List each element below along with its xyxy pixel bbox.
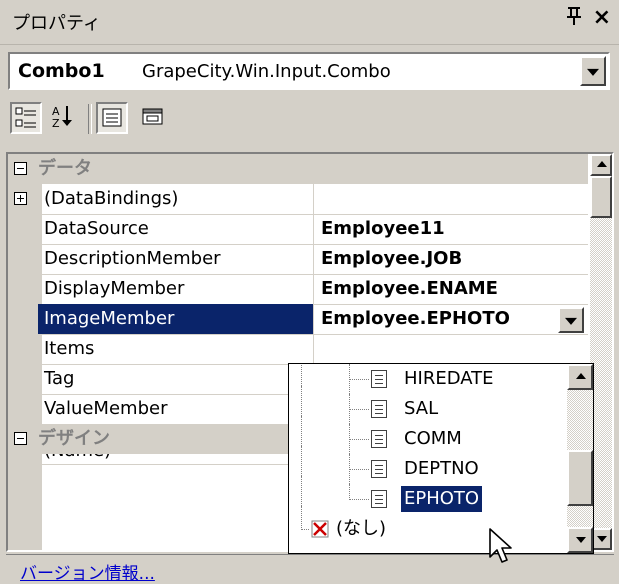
- list-item-none[interactable]: (なし): [289, 506, 569, 544]
- toolbar: A Z: [8, 98, 610, 142]
- object-selector-dropdown-button[interactable]: [580, 56, 606, 86]
- property-name: Tag: [44, 368, 75, 389]
- property-name: ImageMember: [38, 304, 314, 334]
- property-name: ValueMember: [44, 398, 168, 419]
- list-item-label: HIREDATE: [404, 368, 494, 389]
- mouse-cursor-icon: [489, 528, 512, 563]
- object-type: GrapeCity.Win.Input.Combo: [142, 61, 391, 82]
- scroll-up-button[interactable]: [590, 154, 612, 176]
- object-selector[interactable]: Combo1 GrapeCity.Win.Input.Combo: [8, 52, 610, 90]
- property-value[interactable]: Employee.ENAME: [317, 274, 588, 304]
- category-row-data[interactable]: データ: [8, 154, 588, 184]
- list-item-selected[interactable]: EPHOTO: [289, 476, 569, 514]
- chevron-down-icon: [587, 68, 599, 76]
- svg-text:Z: Z: [52, 117, 60, 130]
- scroll-down-button[interactable]: [567, 527, 593, 553]
- property-pages-button[interactable]: [138, 102, 170, 134]
- scroll-up-button[interactable]: [567, 364, 593, 390]
- property-row[interactable]: (DataBindings): [8, 184, 588, 215]
- none-x-icon: [311, 520, 329, 538]
- list-item-label: (なし): [336, 518, 387, 539]
- list-item-label: DEPTNO: [404, 458, 479, 479]
- pin-icon[interactable]: [565, 6, 583, 31]
- object-name: Combo1: [18, 60, 105, 82]
- property-row-selected[interactable]: ImageMember Employee.EPHOTO: [8, 304, 588, 335]
- list-item[interactable]: DEPTNO: [289, 446, 569, 484]
- field-icon: [371, 400, 387, 418]
- arrow-up-icon: [597, 161, 607, 167]
- dropdown-scrollbar[interactable]: [567, 364, 593, 553]
- list-item-label: COMM: [404, 428, 462, 449]
- list-item[interactable]: SAL: [289, 386, 569, 424]
- list-item[interactable]: HIREDATE: [289, 364, 569, 394]
- category-label: データ: [38, 158, 92, 179]
- arrow-down-icon: [576, 537, 586, 543]
- categorized-view-button[interactable]: [10, 102, 42, 134]
- title-bar: プロパティ ×: [0, 0, 619, 45]
- description-area: バージョン情報...: [6, 554, 614, 584]
- property-value[interactable]: Employee.JOB: [317, 244, 588, 274]
- property-value[interactable]: Employee.EPHOTO: [317, 304, 588, 334]
- property-row[interactable]: Items: [8, 334, 588, 365]
- window-title: プロパティ: [12, 13, 101, 34]
- value-dropdown-list[interactable]: HIREDATE SAL COMM DEPTNO EPHOTO (なし): [288, 363, 594, 554]
- collapse-icon[interactable]: [14, 432, 27, 445]
- property-name: DisplayMember: [44, 278, 185, 299]
- sort-az-icon: A Z: [52, 105, 72, 130]
- property-name: DescriptionMember: [44, 248, 221, 269]
- toolbar-separator: [88, 104, 92, 134]
- arrow-down-icon: [597, 536, 607, 542]
- field-icon: [371, 430, 387, 448]
- property-row[interactable]: DataSource Employee11: [8, 214, 588, 245]
- properties-icon: [102, 108, 122, 127]
- property-name: DataSource: [44, 218, 149, 239]
- field-icon: [371, 460, 387, 478]
- property-row[interactable]: DescriptionMember Employee.JOB: [8, 244, 588, 275]
- list-item-label: EPHOTO: [399, 485, 484, 513]
- property-value[interactable]: [317, 184, 588, 214]
- list-item[interactable]: COMM: [289, 416, 569, 454]
- list-item-label: SAL: [404, 398, 439, 419]
- categorized-icon: [15, 107, 36, 128]
- properties-window: プロパティ × Combo1 GrapeCity.Win.Input.Combo: [0, 0, 619, 584]
- category-label: デザイン: [38, 428, 110, 449]
- property-pages-icon: [142, 108, 163, 125]
- property-value[interactable]: Employee11: [317, 214, 588, 244]
- property-name: (Name): [44, 454, 314, 464]
- property-name: (DataBindings): [44, 188, 179, 209]
- close-icon[interactable]: ×: [593, 5, 611, 30]
- version-info-link[interactable]: バージョン情報...: [20, 559, 155, 584]
- value-dropdown-button[interactable]: [558, 307, 584, 333]
- scroll-thumb[interactable]: [590, 176, 612, 218]
- arrow-up-icon: [576, 373, 586, 379]
- expand-icon[interactable]: [14, 192, 27, 205]
- collapse-icon[interactable]: [14, 162, 27, 175]
- scroll-thumb[interactable]: [567, 450, 593, 506]
- alphabetical-view-button[interactable]: A Z: [48, 102, 80, 134]
- property-name: Items: [44, 338, 95, 359]
- field-icon: [371, 490, 387, 508]
- chevron-down-icon: [565, 317, 577, 325]
- properties-view-button[interactable]: [96, 102, 128, 134]
- property-row[interactable]: DisplayMember Employee.ENAME: [8, 274, 588, 305]
- field-icon: [371, 370, 387, 388]
